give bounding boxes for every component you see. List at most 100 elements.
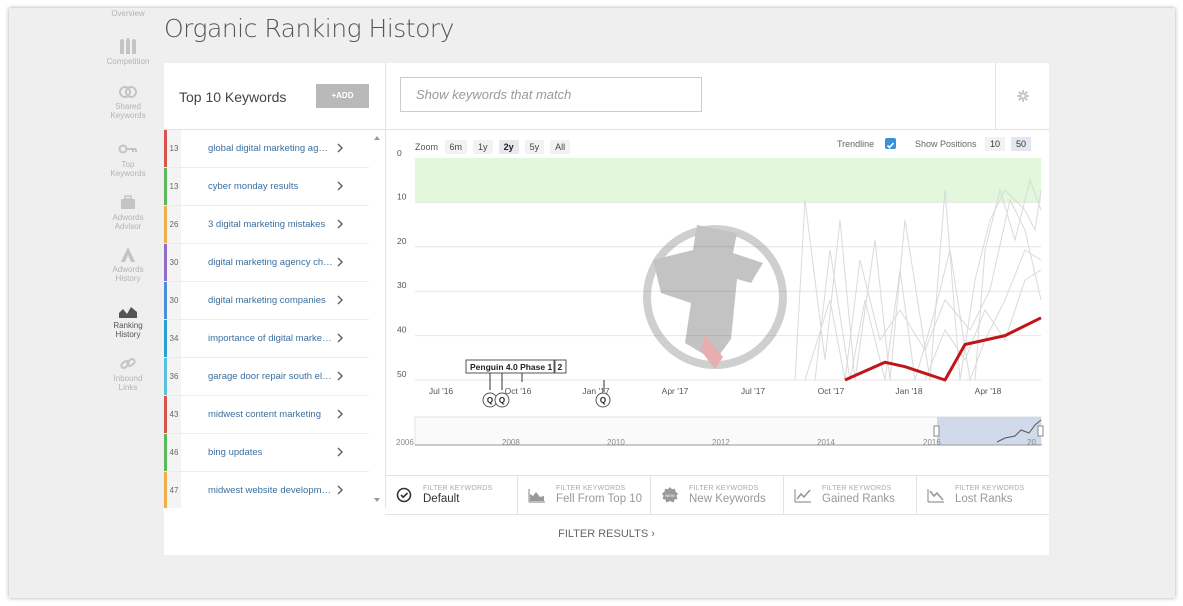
keyword-row[interactable]: 46 bing updates — [164, 434, 369, 472]
x-tick-label: Apr '18 — [975, 386, 1002, 396]
y-tick-label: 50 — [397, 369, 407, 379]
keyword-row[interactable]: 43 midwest content marketing — [164, 396, 369, 434]
keyword-row[interactable]: 36 garage door repair south elgin — [164, 358, 369, 396]
nav-item-inbound-links[interactable]: Inbound Links — [97, 355, 159, 392]
filter-tab-lost-ranks[interactable]: FILTER KEYWORDS Lost Ranks — [917, 476, 1049, 514]
x-tick-label: Jul '17 — [741, 386, 766, 396]
filter-tab-fell-from-top-10[interactable]: FILTER KEYWORDS Fell From Top 10 — [518, 476, 651, 514]
keyword-name: midwest content marketing — [208, 409, 321, 420]
left-nav: Domain Overview Competition Shared Keywo… — [9, 8, 159, 598]
keywords-title: Top 10 Keywords — [179, 89, 287, 105]
chevron-right-icon — [337, 409, 344, 419]
annotation-marker-label: Q — [499, 396, 505, 405]
keyword-row[interactable]: 30 digital marketing agency chicago — [164, 244, 369, 282]
filter-tab-new-keywords[interactable]: NEW FILTER KEYWORDS New Keywords — [651, 476, 784, 514]
keyword-series-line — [794, 189, 1042, 381]
x-tick-label: Apr '17 — [662, 386, 689, 396]
annotation-marker-label: Q — [600, 396, 606, 405]
keyword-name: cyber monday results — [208, 181, 299, 192]
keyword-search-input[interactable] — [400, 77, 702, 112]
nav-label: Shared Keywords — [110, 102, 146, 120]
app-frame: Domain Overview Competition Shared Keywo… — [9, 8, 1175, 598]
nav-item-ranking-history[interactable]: Ranking History — [97, 302, 159, 339]
chevron-right-icon — [337, 181, 344, 191]
nav-item-adwords-history[interactable]: Adwords History — [97, 246, 159, 283]
annotation-marker-label: Q — [487, 396, 493, 405]
keyword-rank: 36 — [164, 358, 181, 395]
filter-tab-label: Lost Ranks — [955, 493, 1013, 505]
nav-label: Adwords Advisor — [112, 213, 144, 231]
keyword-row[interactable]: 47 midwest website development — [164, 472, 369, 508]
keyword-name: digital marketing companies — [208, 295, 326, 306]
keyword-row[interactable]: 13 global digital marketing agency — [164, 130, 369, 168]
filter-small-label: FILTER KEYWORDS — [955, 485, 1025, 492]
annotation-count: 2 — [558, 362, 563, 372]
annotation-penguin-label: Penguin 4.0 Phase 1 — [470, 362, 552, 372]
nav-item-top-keywords[interactable]: Top Keywords — [97, 141, 159, 178]
link-icon — [120, 358, 136, 369]
nav-label: Top Keywords — [110, 160, 146, 178]
trend-down-icon — [927, 489, 944, 503]
shared-keywords-icon — [119, 86, 137, 98]
ranking-panel: Top 10 Keywords +ADD 13 global digital ma… — [164, 63, 1050, 555]
add-keyword-button[interactable]: +ADD — [316, 84, 369, 108]
keyword-row[interactable]: 30 digital marketing companies — [164, 282, 369, 320]
settings-header — [995, 63, 1050, 130]
filter-tab-gained-ranks[interactable]: FILTER KEYWORDS Gained Ranks — [784, 476, 917, 514]
ranking-chart-icon — [119, 307, 137, 318]
navigator-tick-label: 20... — [1027, 438, 1043, 447]
navigator-tick-label: 2008 — [502, 438, 520, 447]
filter-bar: FILTER KEYWORDS Default FILTER KEYWORDS … — [385, 475, 1049, 515]
ranking-chart: 01020304050Jul '16 Oct '16 Jan '17 Apr '17 J… — [396, 148, 1044, 447]
page-title: Organic Ranking History — [164, 14, 454, 43]
x-tick-label: Jul '16 — [429, 386, 454, 396]
scroll-down-icon — [374, 498, 380, 502]
nav-item-domain-overview[interactable]: Domain Overview — [97, 8, 159, 18]
filter-tab-label: Gained Ranks — [822, 493, 895, 505]
keyword-rank: 26 — [164, 206, 181, 243]
area-chart-icon — [528, 489, 545, 503]
competition-icon — [120, 38, 136, 54]
navigator-tick-label: 2014 — [817, 438, 835, 447]
key-icon — [118, 144, 137, 154]
keyword-rank: 34 — [164, 320, 181, 357]
navigator-tick-label: 2016 — [923, 438, 941, 447]
svg-text:NEW: NEW — [665, 493, 675, 498]
filter-small-label: FILTER KEYWORDS — [822, 485, 892, 492]
check-circle-icon — [396, 487, 412, 503]
y-tick-label: 20 — [397, 236, 407, 246]
nav-label: Adwords History — [112, 265, 144, 283]
x-tick-label: Oct '16 — [505, 386, 532, 396]
navigator-tick-label: 2006 — [396, 438, 414, 447]
keyword-name: global digital marketing agency — [208, 143, 333, 154]
keyword-name: garage door repair south elgin — [208, 371, 333, 382]
keyword-name: digital marketing agency chicago — [208, 257, 333, 268]
y-tick-label: 40 — [397, 325, 407, 335]
nav-item-shared-keywords[interactable]: Shared Keywords — [97, 83, 159, 120]
keyword-name: bing updates — [208, 447, 263, 458]
keyword-row[interactable]: 26 3 digital marketing mistakes — [164, 206, 369, 244]
nav-item-adwords-advisor[interactable]: Adwords Advisor — [97, 194, 159, 231]
scroll-up-icon — [374, 136, 380, 140]
navigator-left-handle — [933, 425, 940, 437]
nav-item-competition[interactable]: Competition — [97, 38, 159, 66]
chevron-right-icon — [337, 257, 344, 267]
filter-tab-label: New Keywords — [689, 493, 766, 505]
keyword-row[interactable]: 34 importance of digital marketing — [164, 320, 369, 358]
keyword-name: 3 digital marketing mistakes — [208, 219, 326, 230]
navigator-selection — [937, 417, 1041, 445]
filter-tab-label: Fell From Top 10 — [556, 493, 643, 505]
chevron-right-icon — [337, 447, 344, 457]
keyword-list-scrollbar[interactable] — [369, 130, 386, 508]
keyword-rank: 30 — [164, 282, 181, 319]
top-10-band — [415, 158, 1041, 203]
nav-label: Domain Overview — [111, 8, 145, 18]
briefcase-icon — [121, 195, 135, 209]
gear-icon[interactable] — [1017, 90, 1029, 102]
search-header — [385, 63, 995, 130]
filter-tab-default[interactable]: FILTER KEYWORDS Default — [385, 476, 518, 514]
watermark-logo — [643, 225, 787, 369]
filter-results-button[interactable]: FILTER RESULTS › — [164, 513, 1049, 555]
keyword-row[interactable]: 13 cyber monday results — [164, 168, 369, 206]
chevron-right-icon — [337, 219, 344, 229]
